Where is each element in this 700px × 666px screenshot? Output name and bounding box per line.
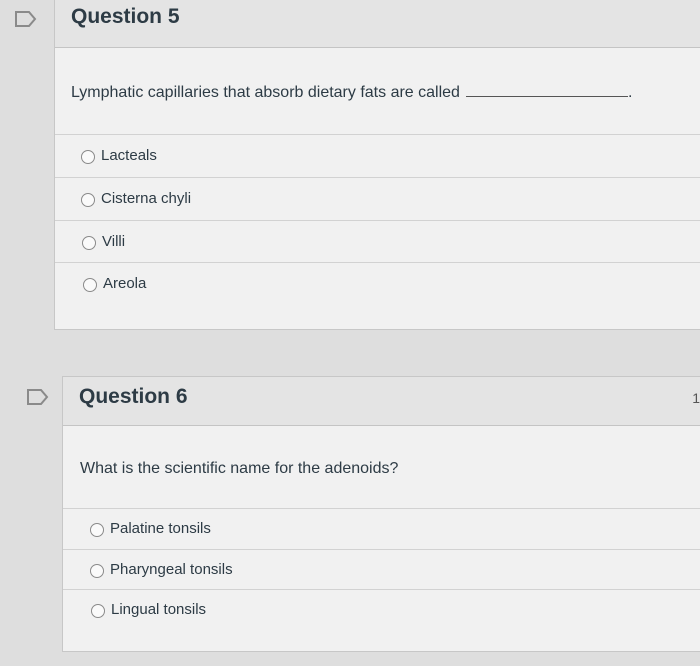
flag-icon[interactable] (14, 10, 38, 28)
answer-option-areola[interactable]: Areola (55, 262, 700, 305)
question-text: Lymphatic capillaries that absorb dietar… (71, 84, 632, 102)
question-6: Question 6 What is the scientific name f… (62, 376, 700, 652)
answer-label: Lacteals (101, 147, 157, 164)
question-trailing: . (627, 84, 633, 101)
answer-label: Villi (102, 233, 126, 250)
question-title: Question 5 (71, 5, 180, 28)
radio-button[interactable] (90, 523, 104, 537)
flag-icon[interactable] (26, 388, 50, 406)
answer-label: Pharyngeal tonsils (110, 561, 233, 578)
answer-option-villi[interactable]: Villi (55, 220, 700, 263)
question-prompt: What is the scientific name for the aden… (80, 460, 399, 477)
answer-label: Palatine tonsils (110, 520, 211, 537)
question-header: Question 5 (55, 0, 700, 48)
answer-option-lacteals[interactable]: Lacteals (55, 134, 700, 177)
radio-button[interactable] (83, 278, 97, 292)
radio-button[interactable] (81, 193, 95, 207)
edge-mark: 1 (692, 390, 700, 406)
answer-option-palatine-tonsils[interactable]: Palatine tonsils (63, 508, 700, 551)
answer-option-pharyngeal-tonsils[interactable]: Pharyngeal tonsils (63, 549, 700, 592)
answer-label: Lingual tonsils (111, 601, 207, 618)
fill-in-blank (465, 96, 628, 97)
radio-button[interactable] (91, 604, 105, 618)
radio-button[interactable] (81, 150, 95, 164)
radio-button[interactable] (82, 236, 96, 250)
radio-button[interactable] (90, 564, 104, 578)
answer-option-cisterna-chyli[interactable]: Cisterna chyli (55, 177, 700, 220)
question-header: Question 6 (63, 377, 700, 426)
question-title: Question 6 (79, 385, 188, 408)
question-body: What is the scientific name for the aden… (63, 426, 700, 651)
answer-label: Cisterna chyli (101, 190, 192, 207)
question-prompt: Lymphatic capillaries that absorb dietar… (71, 84, 460, 101)
question-5: Question 5 Lymphatic capillaries that ab… (54, 0, 700, 330)
question-text: What is the scientific name for the aden… (80, 460, 398, 478)
answer-option-lingual-tonsils[interactable]: Lingual tonsils (63, 589, 700, 632)
answer-label: Areola (103, 275, 147, 292)
question-body: Lymphatic capillaries that absorb dietar… (55, 48, 700, 329)
